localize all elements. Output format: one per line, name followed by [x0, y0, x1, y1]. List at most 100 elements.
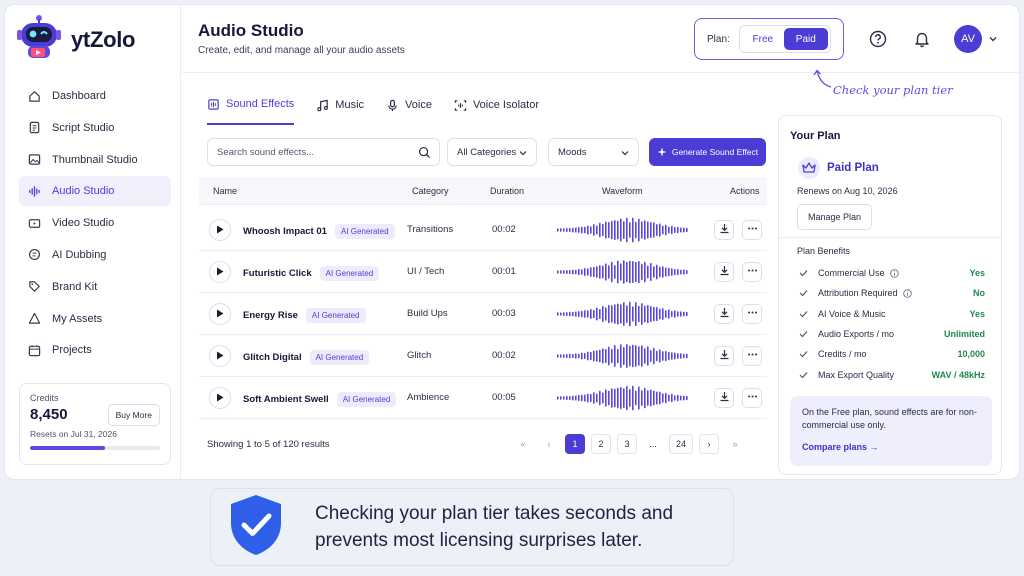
generate-sound-effect-button[interactable]: Generate Sound Effect [649, 138, 766, 166]
page-24-button[interactable]: 24 [669, 434, 693, 454]
sidebar-item-dashboard[interactable]: Dashboard [19, 81, 171, 111]
audio-waveform-icon [27, 184, 41, 198]
waveform[interactable] [555, 301, 691, 332]
ai-generated-badge: AI Generated [319, 266, 380, 281]
microphone-icon [386, 99, 399, 112]
more-options-button[interactable] [742, 262, 762, 282]
plan-name: Paid Plan [798, 157, 879, 179]
sidebar-item-ai-dubbing[interactable]: AI Dubbing [19, 240, 171, 270]
more-options-button[interactable] [742, 220, 762, 240]
ai-generated-badge: AI Generated [309, 350, 370, 365]
waveform[interactable] [555, 217, 691, 248]
play-button[interactable] [209, 219, 231, 241]
plan-option-paid[interactable]: Paid [783, 28, 828, 50]
info-icon[interactable] [889, 268, 899, 278]
sparkle-icon [657, 147, 667, 157]
plan-benefit-item: Credits / mo 10,000 [799, 347, 985, 361]
sound-name: Whoosh Impact 01 [243, 226, 327, 237]
sidebar-item-brand-kit[interactable]: Brand Kit [19, 272, 171, 302]
ai-generated-badge: AI Generated [336, 392, 397, 407]
info-icon[interactable] [902, 288, 912, 298]
tag-icon [27, 280, 41, 294]
page-1-button[interactable]: 1 [565, 434, 585, 454]
download-button[interactable] [714, 220, 734, 240]
page-title: Audio Studio [198, 21, 304, 40]
moods-select[interactable]: Moods [548, 138, 639, 166]
tab-sound-effects[interactable]: Sound Effects [207, 95, 295, 125]
first-page-icon[interactable]: « [513, 434, 533, 454]
sidebar-item-thumbnail-studio[interactable]: Thumbnail Studio [19, 145, 171, 175]
sidebar-item-my-assets[interactable]: My Assets [19, 304, 171, 334]
waveform[interactable] [555, 385, 691, 416]
shield-check-icon [227, 493, 285, 562]
play-button[interactable] [209, 387, 231, 409]
bell-icon[interactable] [912, 29, 932, 49]
more-horizontal-icon [747, 389, 758, 407]
tab-voice-isolator[interactable]: Voice Isolator [454, 95, 539, 125]
help-icon[interactable] [868, 29, 888, 49]
table-row[interactable]: Energy Rise AI Generated Build Ups 00:03 [199, 293, 767, 335]
sidebar-item-script-studio[interactable]: Script Studio [19, 113, 171, 143]
row-duration: 00:03 [492, 308, 516, 319]
sidebar-item-label: Audio Studio [52, 185, 115, 198]
avatar[interactable]: AV [954, 25, 982, 53]
waveform[interactable] [555, 259, 691, 290]
play-button[interactable] [209, 303, 231, 325]
table-row[interactable]: Glitch Digital AI Generated Glitch 00:02 [199, 335, 767, 377]
next-page-icon[interactable]: › [699, 434, 719, 454]
home-icon [27, 89, 41, 103]
sidebar-item-label: Brand Kit [52, 280, 98, 293]
download-button[interactable] [714, 388, 734, 408]
row-name-cell: Futuristic Click AI Generated [243, 266, 380, 281]
more-options-button[interactable] [742, 346, 762, 366]
search-input[interactable] [217, 146, 407, 158]
play-icon [216, 389, 224, 407]
credits-reset-date: Resets on Jul 31, 2026 [30, 429, 117, 439]
download-button[interactable] [714, 346, 734, 366]
sidebar-item-audio-studio[interactable]: Audio Studio [19, 176, 171, 207]
more-options-button[interactable] [742, 388, 762, 408]
more-horizontal-icon [747, 263, 758, 281]
table-row[interactable]: Futuristic Click AI Generated UI / Tech 0… [199, 251, 767, 293]
voice-isolator-icon [454, 99, 467, 112]
download-icon [719, 263, 730, 281]
row-name-cell: Energy Rise AI Generated [243, 308, 366, 323]
benefit-value: No [973, 288, 985, 298]
play-icon [216, 305, 224, 323]
manage-plan-button[interactable]: Manage Plan [797, 204, 873, 230]
column-header-actions[interactable]: Actions [730, 186, 760, 196]
plan-option-free[interactable]: Free [742, 28, 784, 50]
free-plan-note: On the Free plan, sound effects are for … [790, 396, 992, 466]
table-row[interactable]: Whoosh Impact 01 AI Generated Transitions… [199, 209, 767, 251]
page-3-button[interactable]: 3 [617, 434, 637, 454]
page-2-button[interactable]: 2 [591, 434, 611, 454]
sidebar-item-projects[interactable]: Projects [19, 335, 171, 365]
column-header-name: Name [213, 186, 238, 196]
play-button[interactable] [209, 345, 231, 367]
tab-music[interactable]: Music [316, 95, 364, 125]
waveform[interactable] [555, 343, 691, 374]
panel-divider [779, 237, 1001, 238]
row-category: Glitch [407, 350, 432, 361]
category-select[interactable]: All Categories [447, 138, 537, 166]
download-icon [719, 389, 730, 407]
more-options-button[interactable] [742, 304, 762, 324]
renewal-date: Renews on Aug 10, 2026 [797, 186, 898, 196]
tab-voice[interactable]: Voice [386, 95, 432, 125]
check-icon [799, 350, 808, 358]
logo[interactable]: ytZolo [15, 13, 136, 66]
search-icon[interactable] [418, 146, 431, 164]
last-page-icon[interactable]: » [725, 434, 745, 454]
play-button[interactable] [209, 261, 231, 283]
sidebar-item-video-studio[interactable]: Video Studio [19, 208, 171, 238]
chevron-down-icon[interactable] [988, 31, 998, 49]
download-button[interactable] [714, 304, 734, 324]
sidebar-item-label: AI Dubbing [52, 248, 107, 261]
benefit-value: Yes [969, 268, 985, 278]
previous-page-icon[interactable]: ‹ [539, 434, 559, 454]
table-row[interactable]: Soft Ambient Swell AI Generated Ambience … [199, 377, 767, 419]
compare-plans-link[interactable]: Compare plans → [802, 441, 980, 454]
benefit-value: WAV / 48kHz [931, 370, 985, 380]
buy-more-button[interactable]: Buy More [107, 404, 160, 426]
download-button[interactable] [714, 262, 734, 282]
